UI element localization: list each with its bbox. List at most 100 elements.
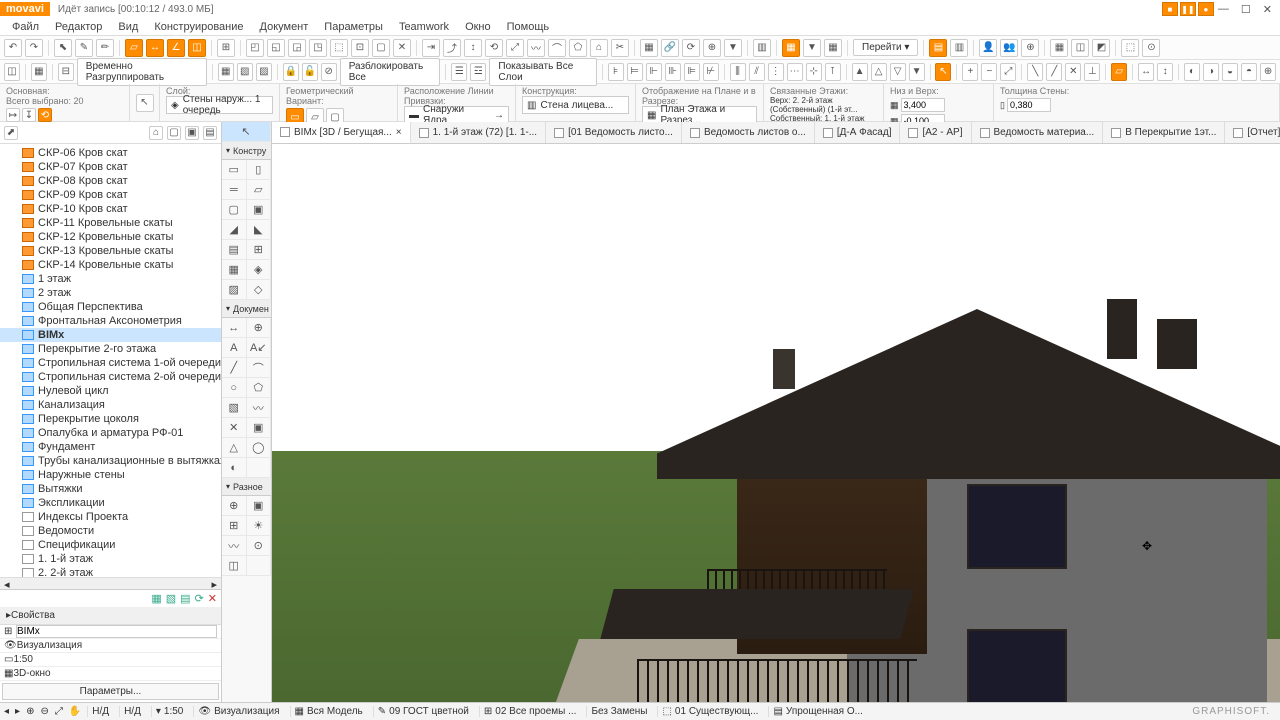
ext4-icon[interactable]: ⬚ bbox=[1121, 39, 1139, 57]
dist1-icon[interactable]: ⫼ bbox=[730, 63, 746, 81]
sb-zoomin[interactable]: ⊕ bbox=[26, 706, 34, 717]
line-tool[interactable]: ╱ bbox=[222, 358, 247, 378]
sb-vis[interactable]: 👁 Визуализация bbox=[193, 706, 283, 717]
misc1-tool[interactable]: ⊞ bbox=[222, 516, 247, 536]
tree-item[interactable]: Фундамент bbox=[0, 440, 221, 454]
rec-stop-button[interactable]: ■ bbox=[1162, 2, 1178, 16]
view-tab[interactable]: 1. 1-й этаж (72) [1. 1-... bbox=[411, 122, 546, 143]
sb-fit[interactable]: ⤢ bbox=[55, 706, 63, 717]
sb-prev[interactable]: ◂ bbox=[4, 706, 9, 717]
line3-icon[interactable]: ✕ bbox=[1065, 63, 1081, 81]
eyedrop-icon[interactable]: ✎ bbox=[75, 39, 93, 57]
line2-icon[interactable]: ╱ bbox=[1046, 63, 1062, 81]
ext5-icon[interactable]: ⊙ bbox=[1142, 39, 1160, 57]
zoom3-icon[interactable]: ⤢ bbox=[1000, 63, 1016, 81]
unlock-all-button[interactable]: Разблокировать Все bbox=[340, 58, 441, 86]
tree-item[interactable]: Опалубка и арматура РФ-01 bbox=[0, 426, 221, 440]
props-scale[interactable]: ▭ 1:50 bbox=[0, 653, 221, 667]
tree-item[interactable]: Фронтальная Аксонометрия bbox=[0, 314, 221, 328]
tree-item[interactable]: Экспликации bbox=[0, 496, 221, 510]
tree-item[interactable]: СКР-08 Кров скат bbox=[0, 174, 221, 188]
align4-icon[interactable]: ⊪ bbox=[665, 63, 681, 81]
menu-help[interactable]: Помощь bbox=[499, 19, 558, 35]
nav-v2-icon[interactable]: ▢ bbox=[167, 126, 181, 140]
spline-tool[interactable]: 〰 bbox=[247, 398, 272, 418]
unlock-icon[interactable]: ⊘ bbox=[321, 63, 337, 81]
misc5-tool[interactable] bbox=[247, 556, 272, 576]
sb-reno[interactable]: Без Замены bbox=[586, 706, 651, 717]
props-ic4[interactable]: ⟳ bbox=[195, 592, 204, 605]
tree-item[interactable]: СКР-14 Кровельные скаты bbox=[0, 258, 221, 272]
maximize-button[interactable]: ☐ bbox=[1241, 3, 1251, 16]
object-tool[interactable]: ◈ bbox=[247, 260, 272, 280]
sb-existing[interactable]: ⬚ 01 Существующ... bbox=[657, 706, 762, 717]
dist6-icon[interactable]: ⊺ bbox=[825, 63, 841, 81]
nav-v3-icon[interactable]: ▣ bbox=[185, 126, 199, 140]
tree-item[interactable]: Ведомости bbox=[0, 524, 221, 538]
section-tool[interactable]: △ bbox=[222, 438, 247, 458]
show-layers-button[interactable]: Показывать Все Слои bbox=[489, 58, 596, 86]
detail-tool[interactable]: ◐ bbox=[222, 458, 247, 478]
nav-pop-icon[interactable]: ⬈ bbox=[4, 126, 18, 140]
layer1-icon[interactable]: ☰ bbox=[451, 63, 467, 81]
goto-dropdown[interactable]: Перейти ▾ bbox=[853, 39, 918, 56]
zoom1-icon[interactable]: + bbox=[962, 63, 978, 81]
view3-icon[interactable]: ⟳ bbox=[682, 39, 700, 57]
tree-item[interactable]: СКР-07 Кров скат bbox=[0, 160, 221, 174]
layer2-icon[interactable]: ☲ bbox=[470, 63, 486, 81]
toolbox-design-header[interactable]: ▾Констру bbox=[222, 142, 271, 160]
morph-tool[interactable]: ◇ bbox=[247, 280, 272, 300]
menu-view[interactable]: Вид bbox=[110, 19, 146, 35]
view1-icon[interactable]: ▦ bbox=[640, 39, 658, 57]
snap7-icon[interactable]: ▢ bbox=[372, 39, 390, 57]
sb-simplified[interactable]: ▤ Упрощенная О... bbox=[768, 706, 866, 717]
hotspot-tool[interactable]: ✕ bbox=[222, 418, 247, 438]
tree-item[interactable]: Общая Перспектива bbox=[0, 300, 221, 314]
stair-tool[interactable]: ▤ bbox=[222, 240, 247, 260]
dim1-icon[interactable]: ↔ bbox=[1138, 63, 1154, 81]
suspend-icon[interactable]: ⊟ bbox=[58, 63, 74, 81]
line4-icon[interactable]: ⊥ bbox=[1084, 63, 1100, 81]
close-button[interactable]: ✕ bbox=[1263, 3, 1272, 16]
trace3-icon[interactable]: ▦ bbox=[824, 39, 842, 57]
undo-icon[interactable]: ↶ bbox=[4, 39, 22, 57]
measure-icon[interactable]: ▱ bbox=[125, 39, 143, 57]
props-ic3[interactable]: ▤ bbox=[180, 592, 190, 605]
group1-icon[interactable]: ◫ bbox=[4, 63, 20, 81]
sb-model[interactable]: ▦ Вся Модель bbox=[290, 706, 367, 717]
view-tab[interactable]: [Отчет] bbox=[1225, 122, 1280, 143]
grp4-icon[interactable]: ▧ bbox=[237, 63, 253, 81]
pick-icon[interactable]: ⬉ bbox=[54, 39, 72, 57]
grid-tool[interactable]: ⊕ bbox=[222, 496, 247, 516]
circle-tool[interactable]: ○ bbox=[222, 378, 247, 398]
edit2-icon[interactable]: ⤴ bbox=[443, 39, 461, 57]
tree-item[interactable]: Индексы Проекта bbox=[0, 510, 221, 524]
align6-icon[interactable]: ⊬ bbox=[703, 63, 719, 81]
dist3-icon[interactable]: ⋮ bbox=[768, 63, 784, 81]
shell-tool[interactable]: ◣ bbox=[247, 220, 272, 240]
view-tab[interactable]: [Д-А Фасад] bbox=[815, 122, 901, 143]
fill-tool[interactable]: ▧ bbox=[222, 398, 247, 418]
dim-tool[interactable]: ↔ bbox=[222, 318, 247, 338]
menu-design[interactable]: Конструирование bbox=[146, 19, 251, 35]
tree-item[interactable]: Канализация bbox=[0, 398, 221, 412]
edit1-icon[interactable]: ⇥ bbox=[422, 39, 440, 57]
props-ic1[interactable]: ▦ bbox=[151, 592, 161, 605]
dim2-icon[interactable]: ↕ bbox=[1157, 63, 1173, 81]
align3-icon[interactable]: ⊩ bbox=[646, 63, 662, 81]
tree-item[interactable]: Перекрытие 2-го этажа bbox=[0, 342, 221, 356]
sb-nd1[interactable]: Н/Д bbox=[87, 706, 113, 717]
props-name-input[interactable] bbox=[16, 625, 217, 638]
snap8-icon[interactable]: ✕ bbox=[393, 39, 411, 57]
view4-icon[interactable]: ⊕ bbox=[703, 39, 721, 57]
poly-tool[interactable]: ⬠ bbox=[247, 378, 272, 398]
cam2-icon[interactable]: ◑ bbox=[1203, 63, 1219, 81]
misc2-tool[interactable]: 〰 bbox=[222, 536, 247, 556]
info-i3[interactable]: ⟲ bbox=[38, 108, 52, 122]
trace2-icon[interactable]: ▼ bbox=[803, 39, 821, 57]
tree-item[interactable]: Стропильная система 1-ой очереди bbox=[0, 356, 221, 370]
cam5-icon[interactable]: ⊕ bbox=[1260, 63, 1276, 81]
tree-item[interactable]: СКР-13 Кровельные скаты bbox=[0, 244, 221, 258]
tree-item[interactable]: Трубы канализационные в вытяжках bbox=[0, 454, 221, 468]
tree-item[interactable]: Нулевой цикл bbox=[0, 384, 221, 398]
